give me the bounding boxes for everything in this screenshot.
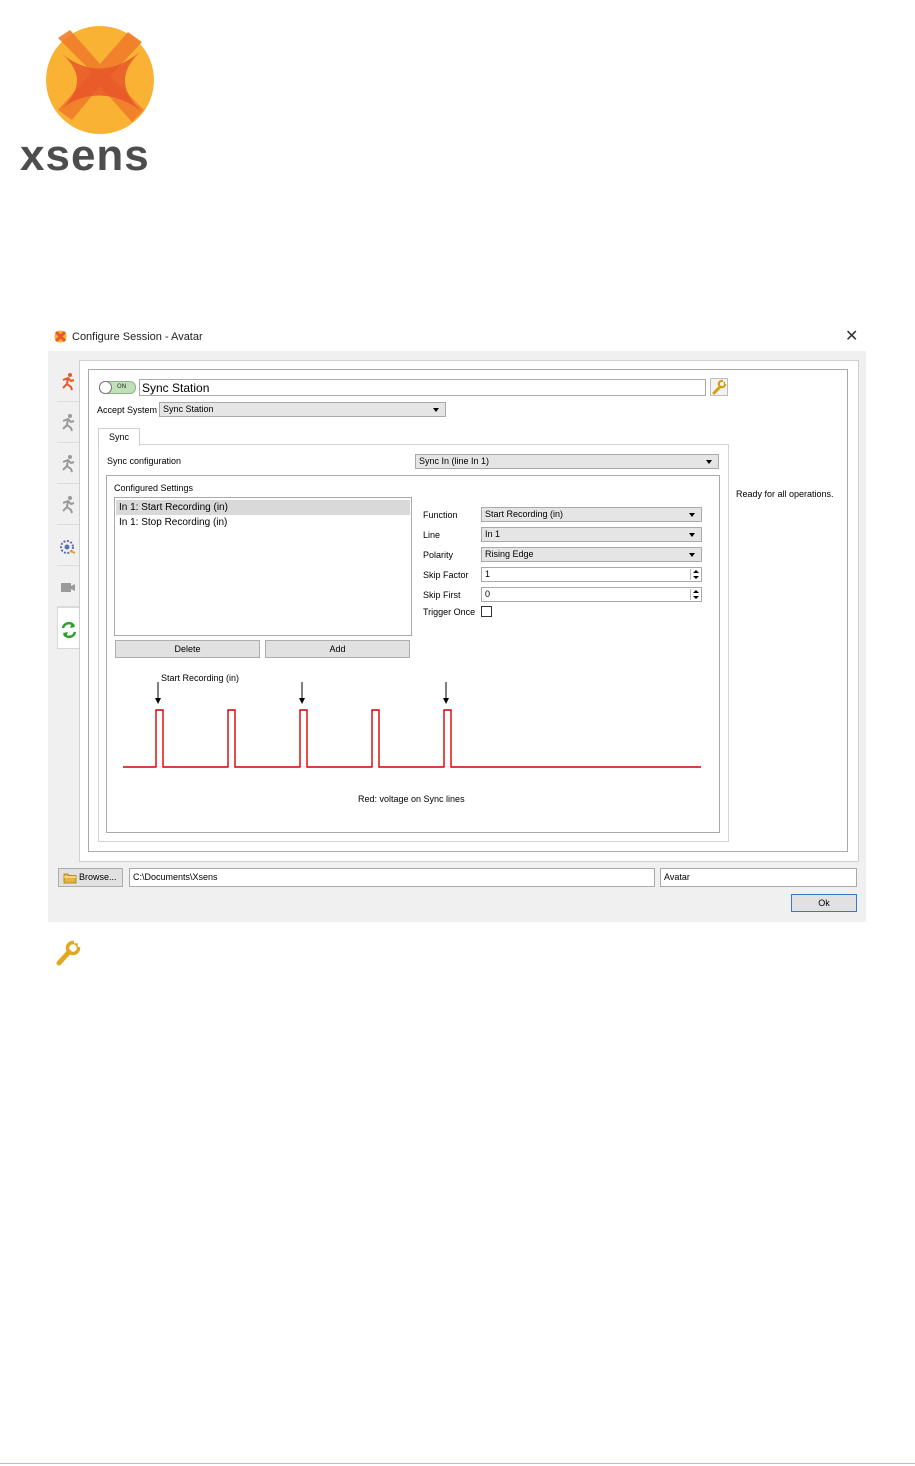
arrow-head-icon	[443, 698, 449, 704]
arrow-head-icon	[299, 698, 305, 704]
skip-first-label: Skip First	[423, 590, 461, 600]
chevron-down-icon	[689, 533, 695, 537]
page-footer-rule	[0, 1463, 915, 1464]
status-text: Ready for all operations.	[736, 489, 834, 499]
gear-runner-icon	[60, 540, 76, 554]
sidebar-item-avatar-2[interactable]	[57, 402, 79, 442]
arrow-head-icon	[155, 698, 161, 704]
add-button[interactable]: Add	[265, 640, 410, 658]
accept-system-value: Sync Station	[163, 404, 214, 414]
stepper-arrows[interactable]	[690, 589, 700, 600]
runner-icon	[62, 373, 75, 391]
sidebar-item-avatar-4[interactable]	[57, 484, 79, 524]
polarity-value: Rising Edge	[485, 549, 534, 559]
chevron-down-icon	[706, 460, 712, 464]
chevron-down-icon	[689, 553, 695, 557]
sync-config-label: Sync configuration	[107, 456, 182, 466]
skip-first-stepper[interactable]: 0	[481, 587, 702, 602]
sync-voltage-line	[123, 709, 701, 768]
line-label: Line	[423, 530, 441, 540]
trigger-once-label: Trigger Once	[423, 607, 476, 617]
xsens-logo-icon	[46, 26, 154, 134]
tab-sync[interactable]: Sync	[98, 428, 140, 446]
device-name-input[interactable]: Sync Station	[139, 379, 706, 396]
sync-pulse-diagram	[123, 682, 701, 768]
chevron-down-icon	[689, 513, 695, 517]
sidebar-item-avatar-3[interactable]	[57, 443, 79, 483]
function-value: Start Recording (in)	[485, 509, 564, 519]
path-input[interactable]: C:\Documents\Xsens	[129, 868, 655, 887]
accept-system-label: Accept System	[97, 405, 158, 415]
sidebar-item-camera[interactable]	[57, 566, 79, 606]
polarity-select[interactable]: Rising Edge	[481, 547, 702, 562]
sidebar-item-settings[interactable]	[57, 525, 79, 565]
function-label: Function	[423, 510, 458, 520]
folder-icon	[63, 873, 77, 884]
browse-button[interactable]: Browse...	[58, 868, 123, 887]
runner-icon	[62, 496, 75, 514]
sync-config-value: Sync In (line In 1)	[419, 456, 490, 466]
delete-button[interactable]: Delete	[115, 640, 260, 658]
polarity-label: Polarity	[423, 550, 454, 560]
close-icon[interactable]: ✕	[845, 327, 858, 345]
camera-icon	[61, 583, 75, 592]
ok-button[interactable]: Ok	[791, 894, 857, 912]
chevron-down-icon	[433, 408, 439, 412]
configured-settings-label: Configured Settings	[114, 483, 194, 493]
list-item[interactable]: In 1: Start Recording (in)	[116, 500, 410, 515]
trigger-once-checkbox[interactable]	[481, 606, 492, 617]
function-select[interactable]: Start Recording (in)	[481, 507, 702, 522]
accept-system-select[interactable]: Sync Station	[159, 402, 446, 417]
line-value: In 1	[485, 529, 501, 539]
configured-settings-list[interactable]: In 1: Start Recording (in) In 1: Stop Re…	[114, 497, 412, 636]
window-title: Configure Session - Avatar	[72, 331, 203, 343]
runner-icon	[62, 414, 75, 432]
sync-config-select[interactable]: Sync In (line In 1)	[415, 454, 719, 469]
skip-factor-label: Skip Factor	[423, 570, 469, 580]
wrench-icon	[712, 379, 727, 395]
stepper-arrows[interactable]	[690, 569, 700, 580]
toggle-label: ON	[117, 383, 127, 390]
skip-factor-value: 1	[485, 569, 491, 579]
wrench-icon	[56, 940, 81, 966]
skip-factor-stepper[interactable]: 1	[481, 567, 702, 582]
toggle-knob	[99, 381, 112, 394]
runner-icon	[62, 455, 75, 473]
device-toggle[interactable]: ON	[99, 381, 136, 394]
session-name-input[interactable]: Avatar	[660, 868, 857, 887]
skip-first-value: 0	[485, 589, 491, 599]
browse-label: Browse...	[79, 872, 117, 882]
device-settings-button[interactable]	[710, 378, 728, 396]
list-item[interactable]: In 1: Stop Recording (in)	[116, 515, 410, 530]
line-select[interactable]: In 1	[481, 527, 702, 542]
sync-icon	[61, 621, 77, 639]
sidebar-item-sync[interactable]	[57, 607, 80, 649]
app-icon	[54, 330, 67, 343]
diagram-caption: Red: voltage on Sync lines	[358, 794, 465, 804]
xsens-wordmark: xsens	[20, 131, 150, 180]
sidebar-item-avatar[interactable]	[57, 361, 79, 401]
